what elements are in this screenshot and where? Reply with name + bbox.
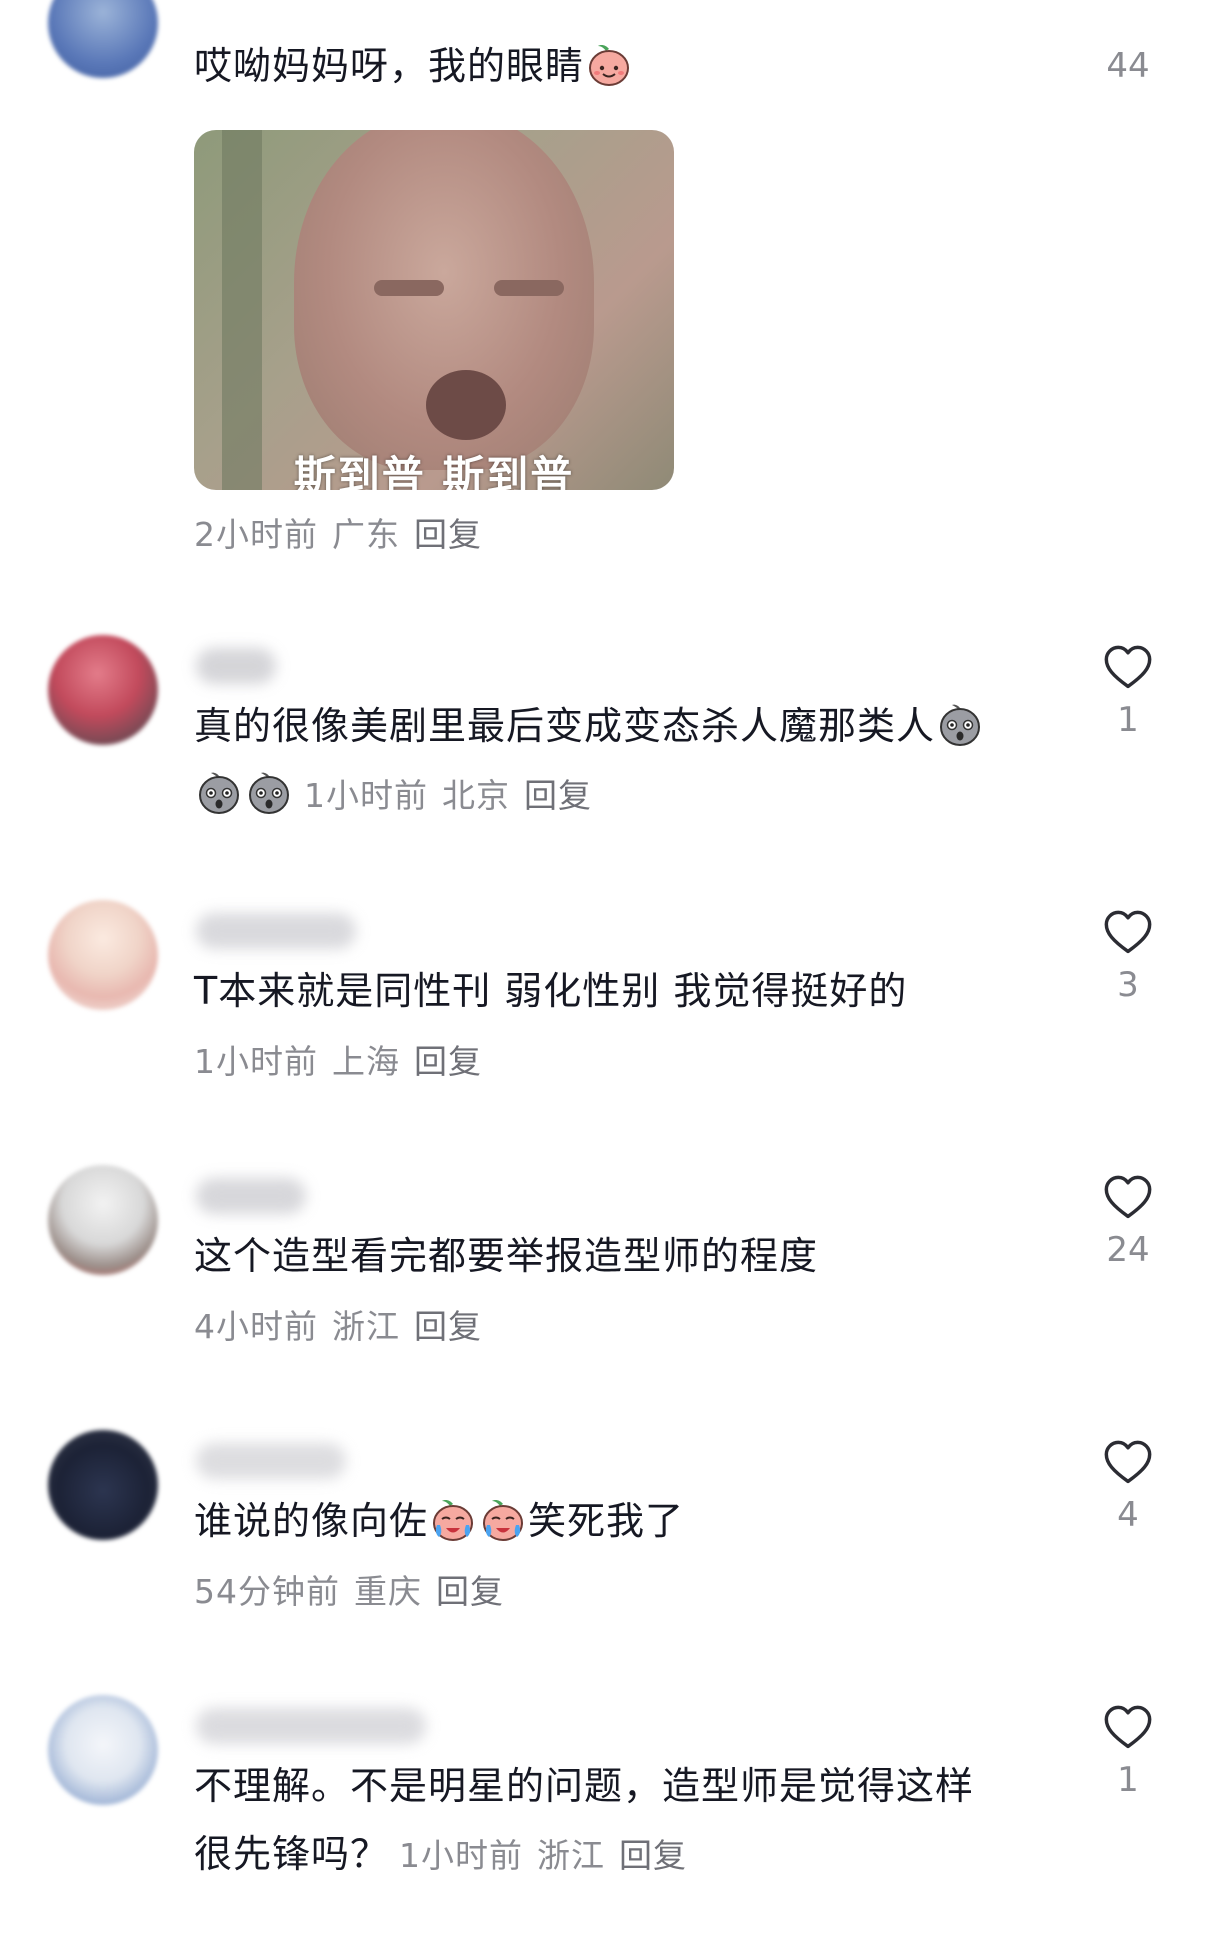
comment-time: 54分钟前 [194, 1572, 340, 1611]
like-button[interactable]: 44 [1088, 40, 1168, 86]
comment-time: 4小时前 [194, 1307, 318, 1346]
comment-location: 北京 [442, 776, 510, 815]
like-button[interactable]: 4 [1088, 1437, 1168, 1535]
avatar[interactable] [48, 900, 158, 1010]
like-count: 1 [1117, 700, 1139, 740]
comment-text-content: 真的很像美剧里最后变成变态杀人魔那类人 [194, 704, 936, 748]
username[interactable] [196, 1708, 426, 1744]
like-button[interactable]: 3 [1088, 907, 1168, 1005]
avatar[interactable] [48, 1430, 158, 1540]
comment-location: 浙江 [332, 1307, 400, 1346]
reply-button[interactable]: 回复 [436, 1572, 504, 1611]
like-button[interactable]: 24 [1088, 1172, 1168, 1270]
comment-location: 浙江 [537, 1836, 606, 1875]
gif-background [222, 130, 262, 490]
heart-icon[interactable] [1102, 907, 1154, 959]
gif-eye-right [494, 280, 564, 296]
avatar[interactable] [48, 1695, 158, 1805]
heart-icon[interactable] [1102, 1172, 1154, 1224]
username[interactable] [196, 1443, 346, 1479]
gif-eye-left [374, 280, 444, 296]
reply-button[interactable]: 回复 [414, 515, 482, 554]
gif-mouth [426, 370, 506, 440]
comment-text: 谁说的像向佐 笑死我了 [194, 1487, 1044, 1555]
comment-meta: 2小时前 广东 回复 [194, 508, 496, 556]
comment-text: 这个造型看完都要举报造型师的程度 [194, 1222, 1044, 1290]
shock-emoji-icon [245, 768, 293, 816]
comment-text-content: 谁说的像向佐 [194, 1499, 429, 1543]
comment-time: 2小时前 [194, 515, 318, 554]
comment-text-content: 哎呦妈妈呀，我的眼睛 [194, 44, 585, 88]
reply-button[interactable]: 回复 [619, 1836, 687, 1875]
comment-text-content: T本来就是同性刊 弱化性别 我觉得挺好的 [194, 969, 908, 1013]
heart-icon[interactable] [1102, 1437, 1154, 1489]
peach-cry-emoji-icon [479, 1495, 527, 1543]
username[interactable] [196, 913, 356, 949]
like-button[interactable]: 1 [1088, 642, 1168, 740]
avatar[interactable] [48, 1165, 158, 1275]
shock-emoji-icon [195, 768, 243, 816]
shock-emoji-icon [936, 700, 984, 748]
comment-text: 哎呦妈妈呀，我的眼睛 [194, 32, 1044, 100]
gif-caption: 斯到普 斯到普 [293, 452, 575, 490]
comment-meta: 4小时前 浙江 回复 [194, 1300, 496, 1348]
comment-text-content: 不理解。不是明星的问题，造型师是觉得这样 [194, 1764, 975, 1808]
comment-meta: 54分钟前 重庆 回复 [194, 1565, 518, 1613]
heart-icon[interactable] [1102, 642, 1154, 694]
comment-location: 上海 [332, 1042, 400, 1081]
avatar[interactable] [48, 635, 158, 745]
reply-button[interactable]: 回复 [414, 1307, 482, 1346]
comment-gif-image[interactable]: 斯到普 斯到普 [194, 130, 674, 490]
comment-text: 真的很像美剧里最后变成变态杀人魔那类人 1小时前 北京 回复 [194, 692, 1064, 830]
heart-icon[interactable] [1102, 1702, 1154, 1754]
comment-location: 重庆 [354, 1572, 422, 1611]
like-button[interactable]: 1 [1088, 1702, 1168, 1800]
comment-text: T本来就是同性刊 弱化性别 我觉得挺好的 [194, 957, 1044, 1025]
comment-time: 1小时前 [194, 1042, 318, 1081]
comment-meta: 1小时前 北京 回复 [304, 776, 606, 815]
comment-text-content: 这个造型看完都要举报造型师的程度 [194, 1234, 819, 1278]
like-count: 44 [1106, 46, 1150, 86]
avatar[interactable] [48, 0, 158, 78]
reply-button[interactable]: 回复 [414, 1042, 482, 1081]
comment-meta: 1小时前 浙江 回复 [399, 1836, 701, 1875]
like-count: 3 [1117, 965, 1139, 1005]
comment-time: 1小时前 [304, 776, 428, 815]
like-count: 4 [1117, 1495, 1139, 1535]
comment-meta: 1小时前 上海 回复 [194, 1035, 496, 1083]
username[interactable] [196, 648, 276, 684]
username[interactable] [196, 1178, 306, 1214]
comment-time: 1小时前 [399, 1836, 524, 1875]
like-count: 24 [1106, 1230, 1150, 1270]
peach-cry-emoji-icon [429, 1495, 477, 1543]
peach-smile-emoji-icon [585, 40, 633, 88]
comment-location: 广东 [332, 515, 400, 554]
comment-text: 不理解。不是明星的问题，造型师是觉得这样 很先锋吗？ 1小时前 浙江 回复 [194, 1752, 1074, 1890]
comment-text-content: 笑死我了 [528, 1499, 685, 1543]
reply-button[interactable]: 回复 [524, 776, 592, 815]
comment-text-content: 很先锋吗？ [194, 1832, 390, 1876]
like-count: 1 [1117, 1760, 1139, 1800]
